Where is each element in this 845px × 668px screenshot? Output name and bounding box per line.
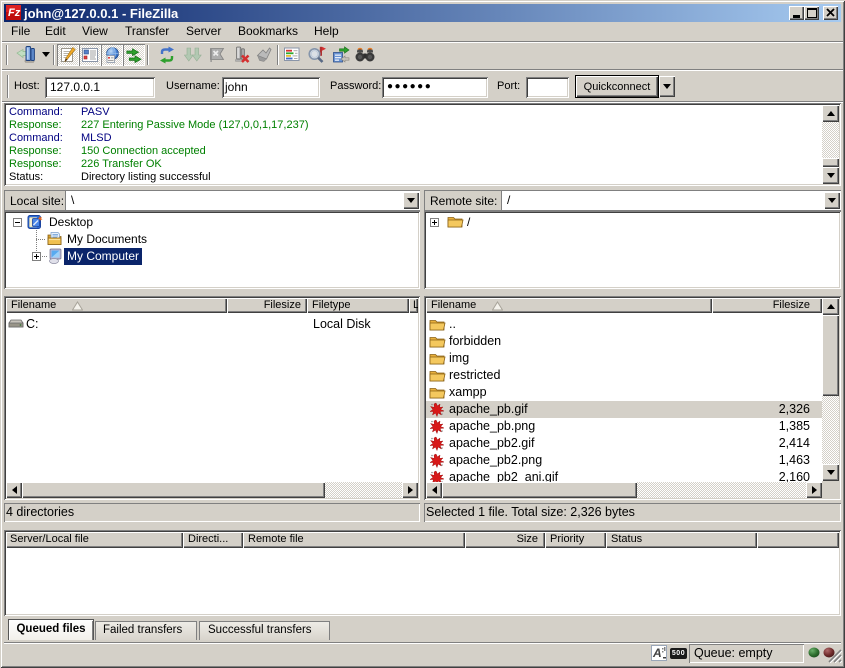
svg-text:A: A xyxy=(652,646,662,660)
svg-text:Fz: Fz xyxy=(8,7,21,19)
